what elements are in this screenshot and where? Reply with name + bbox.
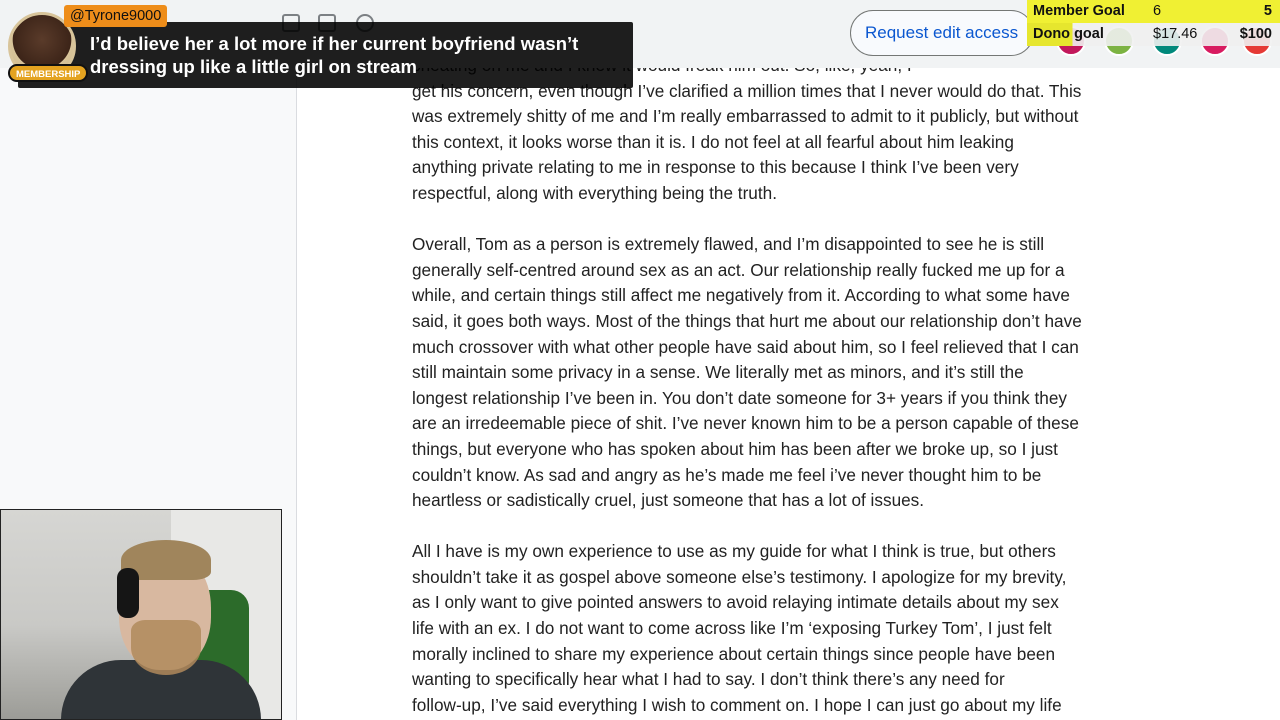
superchat-banner: I’d believe her a lot more if her curren… xyxy=(18,22,633,88)
webcam-feed xyxy=(0,509,282,720)
request-edit-access-button[interactable]: Request edit access xyxy=(850,10,1034,56)
dono-goal-label: Dono goal xyxy=(1033,26,1104,42)
membership-badge: MEMBERSHIP xyxy=(8,64,89,82)
document-body[interactable]: cheating on me and I knew it would freak… xyxy=(412,68,1182,720)
dono-goal-row: Dono goal $17.46 $100 xyxy=(1027,23,1280,46)
member-goal-row: Member Goal 6 5 xyxy=(1027,0,1280,23)
paragraph: All I have is my own experience to use a… xyxy=(412,541,1067,715)
dono-goal-target: $100 xyxy=(1239,26,1272,42)
member-goal-target: 5 xyxy=(1263,3,1272,19)
paragraph: cheating on me and I knew it would freak… xyxy=(412,68,1082,203)
webcam-streamer-beard xyxy=(131,620,201,675)
superchat-message: I’d believe her a lot more if her curren… xyxy=(90,33,579,77)
superchat-username: @Tyrone9000 xyxy=(64,5,168,27)
dono-goal-current: $17.46 xyxy=(1153,26,1198,42)
member-goal-current: 6 xyxy=(1153,3,1162,19)
stream-goals: Member Goal 6 5 Dono goal $17.46 $100 xyxy=(1027,0,1280,46)
member-goal-label: Member Goal xyxy=(1033,3,1125,19)
document-page[interactable]: cheating on me and I knew it would freak… xyxy=(296,68,1280,720)
headphones-icon xyxy=(117,568,139,618)
paragraph: Overall, Tom as a person is extremely fl… xyxy=(412,234,1082,511)
